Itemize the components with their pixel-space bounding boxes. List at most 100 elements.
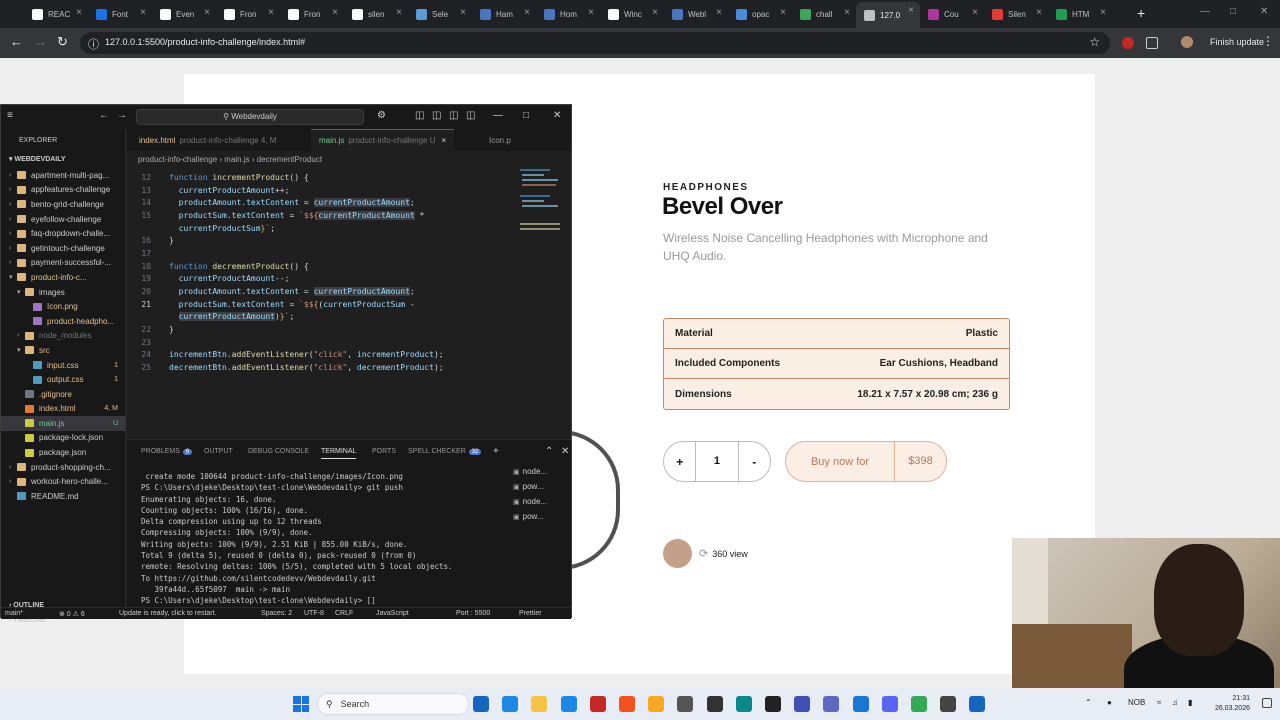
close-tab-icon[interactable]: × xyxy=(972,7,978,18)
maximize-icon[interactable]: □ xyxy=(1230,6,1236,17)
close-tab-icon[interactable]: × xyxy=(1036,7,1042,18)
close-window-icon[interactable]: ✕ xyxy=(1260,6,1268,17)
browser-tab[interactable]: Hom × xyxy=(536,4,600,24)
panel-tab[interactable]: OUTPUT xyxy=(204,448,233,455)
close-tab-icon[interactable]: × xyxy=(332,7,338,18)
code-line[interactable]: 20 productAmount.textContent = currentPr… xyxy=(127,285,517,298)
panel-tab[interactable]: PROBLEMS 6 xyxy=(141,448,193,455)
layout-icon[interactable]: ◫ xyxy=(466,110,475,121)
browser-tab[interactable]: opac × xyxy=(728,4,792,24)
update-notice[interactable]: Update is ready, click to restart. xyxy=(119,610,217,617)
start-button[interactable] xyxy=(293,696,309,712)
code-line[interactable]: 12 function incrementProduct() { xyxy=(127,171,517,184)
editor-tab[interactable]: main.js product-info-challenge U × xyxy=(311,129,455,151)
minimize-icon[interactable]: — xyxy=(493,110,503,121)
close-tab-icon[interactable]: × xyxy=(268,7,274,18)
file-tree-item[interactable]: package-lock.json xyxy=(1,431,126,446)
file-tree-item[interactable]: README.md xyxy=(1,489,126,504)
close-tab-icon[interactable]: × xyxy=(844,7,850,18)
buy-now-button[interactable]: Buy now for $398 xyxy=(785,441,947,482)
file-explorer-icon[interactable] xyxy=(473,696,489,712)
reload-icon[interactable]: ↻ xyxy=(57,34,68,50)
site-info-icon[interactable]: ⓘ xyxy=(88,36,99,52)
browser-tab[interactable]: Winc × xyxy=(600,4,664,24)
brave-icon[interactable] xyxy=(619,696,635,712)
browser-tab[interactable]: 127.0 × xyxy=(856,2,920,28)
toggle-secondary-sidebar-icon[interactable]: ◫ xyxy=(449,110,458,121)
view-360-button[interactable]: ⟳ 360 view xyxy=(699,547,748,560)
code-line[interactable]: 18 function decrementProduct() { xyxy=(127,260,517,273)
file-tree-item[interactable]: package.json xyxy=(1,445,126,460)
code-line[interactable]: currentProductAmount)}`; xyxy=(127,311,517,324)
app-icon[interactable] xyxy=(677,696,694,712)
forward-icon[interactable]: → xyxy=(34,34,47,49)
file-tree-item[interactable]: index.html 4, M xyxy=(1,402,126,417)
close-tab-icon[interactable]: × xyxy=(204,7,210,18)
file-tree-item[interactable]: input.css 1 xyxy=(1,358,126,373)
browser-tab[interactable]: Even × xyxy=(152,4,216,24)
file-tree-item[interactable]: ▾ src xyxy=(1,343,126,358)
code-line[interactable]: currentProductSum}`; xyxy=(127,222,517,235)
close-tab-icon[interactable]: × xyxy=(524,7,530,18)
close-tab-icon[interactable]: × xyxy=(140,7,146,18)
browser-tab[interactable]: Cou × xyxy=(920,4,984,24)
decrement-button[interactable]: - xyxy=(739,455,770,469)
increment-button[interactable]: + xyxy=(664,455,695,469)
app-icon[interactable] xyxy=(589,696,606,712)
maximize-panel-icon[interactable]: ⌃ xyxy=(545,446,553,457)
close-tab-icon[interactable]: × xyxy=(76,7,82,18)
language-indicator[interactable]: JavaScript xyxy=(376,610,409,617)
toggle-sidebar-icon[interactable]: ◫ xyxy=(415,110,424,121)
editor-tab[interactable]: index.html product-info-challenge 4, M xyxy=(131,129,284,151)
file-tree-item[interactable]: ▾ images xyxy=(1,285,126,300)
close-tab-icon[interactable]: × xyxy=(652,7,658,18)
file-tree-item[interactable]: › workout-hero-challe... xyxy=(1,474,126,489)
code-line[interactable]: 14 productAmount.textContent = currentPr… xyxy=(127,196,517,209)
address-bar[interactable]: ⓘ 127.0.0.1:5500/product-info-challenge/… xyxy=(80,32,1110,54)
encoding-indicator[interactable]: UTF-8 xyxy=(304,610,324,617)
notifications-icon[interactable] xyxy=(1262,698,1272,708)
browser-tab[interactable]: Sele × xyxy=(408,4,472,24)
code-line[interactable]: 15 productSum.textContent = `$${currentP… xyxy=(127,209,517,222)
close-tab-icon[interactable]: × xyxy=(780,7,786,18)
code-line[interactable]: 19 currentProductAmount--; xyxy=(127,273,517,286)
vscode-icon[interactable] xyxy=(852,696,869,712)
file-tree-item[interactable]: › bento-grid-challenge xyxy=(1,197,126,212)
teams-icon[interactable] xyxy=(823,696,840,712)
browser-tab[interactable]: Font × xyxy=(88,4,152,24)
github-icon[interactable] xyxy=(765,696,781,712)
file-tree-item[interactable]: › apartment-multi-pag... xyxy=(1,168,126,183)
file-tree-item[interactable]: main.js U xyxy=(1,416,126,431)
close-tab-icon[interactable]: × xyxy=(1100,7,1106,18)
js-icon[interactable] xyxy=(706,696,723,712)
code-line[interactable]: 17 xyxy=(127,247,517,260)
feather-icon[interactable] xyxy=(794,696,811,712)
breadcrumb-item[interactable]: decrementProduct xyxy=(257,155,322,164)
terminal-instance[interactable]: ▣ node... xyxy=(513,464,571,479)
browser-tab[interactable]: REAC × xyxy=(24,4,88,24)
file-tree-item[interactable]: output.css 1 xyxy=(1,372,126,387)
browser-tab[interactable]: Fron × xyxy=(280,4,344,24)
clock[interactable]: 21:31 26.03.2026 xyxy=(1210,694,1250,714)
minimize-icon[interactable]: — xyxy=(1200,6,1210,17)
wifi-icon[interactable]: ≈ xyxy=(1157,698,1161,707)
forward-icon[interactable]: → xyxy=(117,110,127,121)
code-line[interactable]: 22} xyxy=(127,323,517,336)
language-indicator[interactable]: NOB xyxy=(1128,698,1145,707)
folder-icon[interactable] xyxy=(531,696,548,712)
finish-update-button[interactable]: Finish update xyxy=(1204,34,1271,50)
indent-indicator[interactable]: Spaces: 2 xyxy=(261,610,292,617)
file-tree-item[interactable]: › node_modules xyxy=(1,329,126,344)
discord-icon[interactable] xyxy=(881,696,898,712)
live-server-port[interactable]: Port : 5500 xyxy=(456,610,490,617)
copilot-icon[interactable]: ⚙ xyxy=(377,110,386,121)
prettier-indicator[interactable]: Prettier xyxy=(519,610,542,617)
back-icon[interactable]: ← xyxy=(99,110,109,121)
panel-tab[interactable]: SPELL CHECKER 32 xyxy=(408,448,482,455)
menu-icon[interactable]: ≡ xyxy=(7,110,13,121)
terminal-instance[interactable]: ▣ pow... xyxy=(513,479,571,494)
maximize-icon[interactable]: □ xyxy=(523,110,529,121)
file-tree-item[interactable]: › eyefollow-challenge xyxy=(1,212,126,227)
store-icon[interactable] xyxy=(560,696,577,712)
browser-tab[interactable]: Silen × xyxy=(984,4,1048,24)
